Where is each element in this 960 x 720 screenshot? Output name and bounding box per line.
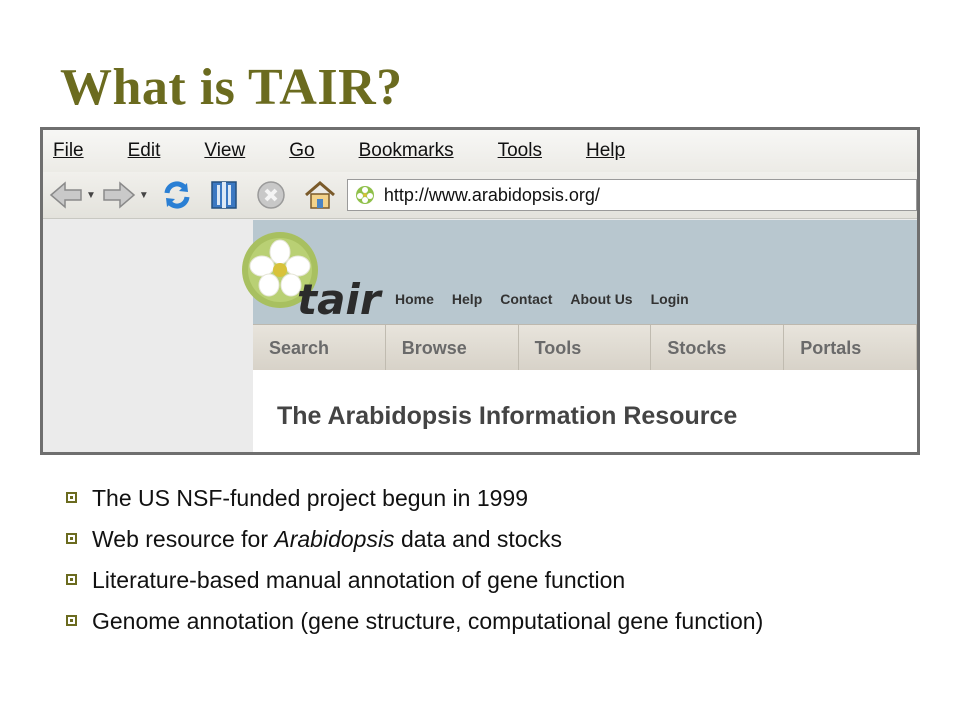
- browser-navbar: ▼ ▼ http://www.arabidopsis.org/: [43, 172, 917, 219]
- browser-screenshot: File Edit View Go Bookmarks Tools Help ▼…: [40, 127, 920, 455]
- tab-browse[interactable]: Browse: [386, 325, 519, 371]
- back-dropdown-icon[interactable]: ▼: [86, 190, 96, 201]
- browser-menubar: File Edit View Go Bookmarks Tools Help: [43, 130, 917, 172]
- bookmarks-icon: [211, 181, 237, 209]
- bullet-box-icon: [66, 533, 77, 544]
- bullet-list: The US NSF-funded project begun in 1999 …: [62, 485, 862, 649]
- menu-bookmarks[interactable]: Bookmarks: [359, 140, 476, 162]
- home-icon: [304, 181, 335, 209]
- menu-tools[interactable]: Tools: [498, 140, 564, 162]
- forward-dropdown-icon[interactable]: ▼: [139, 190, 149, 201]
- tair-logo-wordmark: tair: [297, 275, 381, 324]
- tab-tools[interactable]: Tools: [519, 325, 652, 371]
- back-button[interactable]: [49, 180, 83, 210]
- top-link-contact[interactable]: Contact: [500, 291, 552, 307]
- site-favicon: [355, 186, 374, 204]
- page-content: tair Home Help Contact About Us Login Se…: [43, 220, 917, 452]
- top-link-help[interactable]: Help: [452, 291, 482, 307]
- stop-icon: [257, 181, 285, 209]
- url-text: http://www.arabidopsis.org/: [383, 184, 600, 205]
- tair-page-body: The Arabidopsis Information Resource: [253, 370, 917, 452]
- reload-icon: [164, 181, 190, 209]
- home-button[interactable]: [303, 179, 337, 211]
- menu-help[interactable]: Help: [586, 140, 647, 162]
- tab-search[interactable]: Search: [253, 325, 386, 371]
- slide-title: What is TAIR?: [60, 59, 403, 116]
- url-field[interactable]: http://www.arabidopsis.org/: [346, 179, 917, 211]
- bookmarks-button[interactable]: [209, 179, 239, 211]
- menu-edit[interactable]: Edit: [128, 140, 183, 162]
- tair-heading: The Arabidopsis Information Resource: [277, 402, 738, 430]
- tab-portals[interactable]: Portals: [784, 325, 917, 371]
- bullet-item: The US NSF-funded project begun in 1999: [62, 485, 862, 512]
- forward-icon: [103, 181, 136, 209]
- reload-button[interactable]: [161, 179, 193, 211]
- bullet-box-icon: [66, 615, 77, 626]
- bullet-box-icon: [66, 492, 77, 503]
- menu-view[interactable]: View: [204, 140, 267, 162]
- bullet-item: Literature-based manual annotation of ge…: [62, 567, 862, 594]
- stop-button[interactable]: [255, 179, 287, 211]
- menu-file[interactable]: File: [53, 140, 106, 162]
- forward-button[interactable]: [102, 180, 136, 210]
- tab-stocks[interactable]: Stocks: [651, 325, 785, 371]
- menu-go[interactable]: Go: [289, 140, 336, 162]
- back-icon: [49, 181, 82, 209]
- tair-top-links: Home Help Contact About Us Login: [395, 291, 707, 307]
- tair-nav-tabs: Search Browse Tools Stocks Portals: [253, 324, 917, 371]
- top-link-login[interactable]: Login: [651, 291, 689, 307]
- bullet-item: Web resource for Arabidopsis data and st…: [62, 526, 862, 553]
- browser-sidebar: [43, 220, 254, 452]
- bullet-item: Genome annotation (gene structure, compu…: [62, 608, 862, 635]
- bullet-box-icon: [66, 574, 77, 585]
- top-link-about-us[interactable]: About Us: [570, 291, 632, 307]
- top-link-home[interactable]: Home: [395, 291, 434, 307]
